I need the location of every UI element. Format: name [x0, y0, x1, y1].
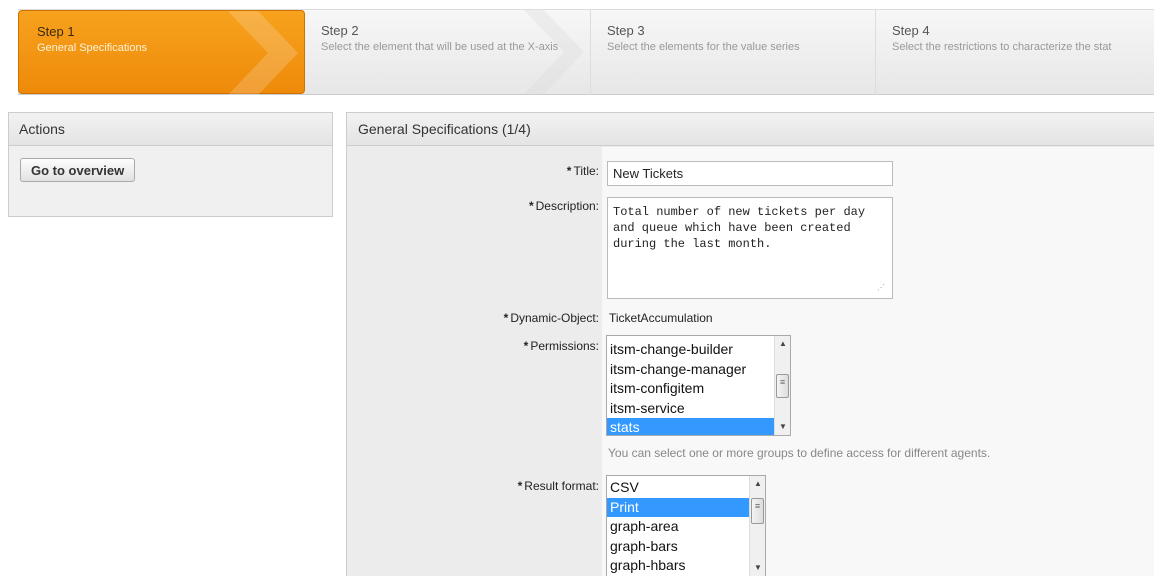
list-option[interactable]: CSV [607, 478, 765, 498]
permissions-multiselect[interactable]: itsm-change-builder itsm-change-manager … [606, 335, 791, 436]
wizard-step-1[interactable]: Step 1 General Specifications [18, 10, 305, 95]
scrollbar-thumb[interactable]: ≡ [776, 374, 789, 398]
general-specifications-panel: General Specifications (1/4) *Title: *De… [346, 112, 1154, 576]
title-label: * Title: [566, 164, 599, 178]
list-option[interactable]: graph-area [607, 517, 765, 537]
permissions-label: * Permissions: [523, 339, 599, 353]
required-marker: * [528, 199, 534, 213]
scrollbar[interactable]: ▲ ≡ ▼ [774, 336, 790, 435]
required-marker: * [566, 164, 572, 178]
scroll-up-icon[interactable]: ▲ [775, 336, 790, 352]
required-marker: * [523, 339, 529, 353]
list-option[interactable]: graph-hbars [607, 556, 765, 576]
required-marker: * [517, 479, 523, 493]
step-number: Step 4 [892, 23, 930, 38]
description-label: * Description: [528, 199, 599, 213]
scroll-up-icon[interactable]: ▲ [750, 476, 765, 492]
step-description: Select the restrictions to characterize … [892, 41, 1112, 53]
description-textarea[interactable]: Total number of new tickets per day and … [607, 197, 893, 299]
panel-title: General Specifications (1/4) [347, 113, 1154, 146]
wizard-step-3[interactable]: Step 3 Select the elements for the value… [590, 10, 875, 95]
dynamic-object-label: * Dynamic-Object: [503, 311, 599, 325]
scroll-down-icon[interactable]: ▼ [750, 560, 765, 576]
list-option[interactable]: itsm-configitem [607, 379, 790, 399]
go-to-overview-button[interactable]: Go to overview [20, 158, 136, 182]
list-option-selected[interactable]: Print [607, 497, 765, 517]
scrollbar[interactable]: ▲ ≡ ▼ [749, 476, 765, 576]
step-number: Step 3 [607, 23, 645, 38]
chevron-right-icon [524, 10, 584, 94]
scrollbar-thumb[interactable]: ≡ [751, 498, 764, 524]
chevron-right-icon [228, 11, 298, 95]
resize-grip-icon[interactable]: ⋰ [877, 283, 887, 293]
wizard-steps: Step 1 General Specifications Step 2 Sel… [18, 9, 1154, 95]
required-marker: * [503, 311, 509, 325]
list-option[interactable]: graph-bars [607, 537, 765, 557]
list-option[interactable]: itsm-service [607, 399, 790, 419]
scroll-down-icon[interactable]: ▼ [775, 419, 790, 435]
list-option[interactable]: itsm-change-builder [607, 340, 790, 360]
actions-panel: Actions Go to overview [8, 112, 333, 217]
step-description: Select the elements for the value series [607, 41, 800, 53]
list-option[interactable]: itsm-change-manager [607, 360, 790, 380]
wizard-step-4[interactable]: Step 4 Select the restrictions to charac… [875, 10, 1154, 95]
permissions-hint: You can select one or more groups to def… [608, 446, 991, 460]
wizard-step-2[interactable]: Step 2 Select the element that will be u… [305, 10, 590, 95]
actions-title: Actions [9, 113, 332, 146]
dynamic-object-value: TicketAccumulation [609, 311, 713, 325]
result-format-label: * Result format: [517, 479, 599, 493]
list-option-selected[interactable]: stats [607, 418, 790, 435]
title-input[interactable] [607, 161, 893, 186]
result-format-multiselect[interactable]: CSV Print graph-area graph-bars graph-hb… [606, 475, 766, 576]
